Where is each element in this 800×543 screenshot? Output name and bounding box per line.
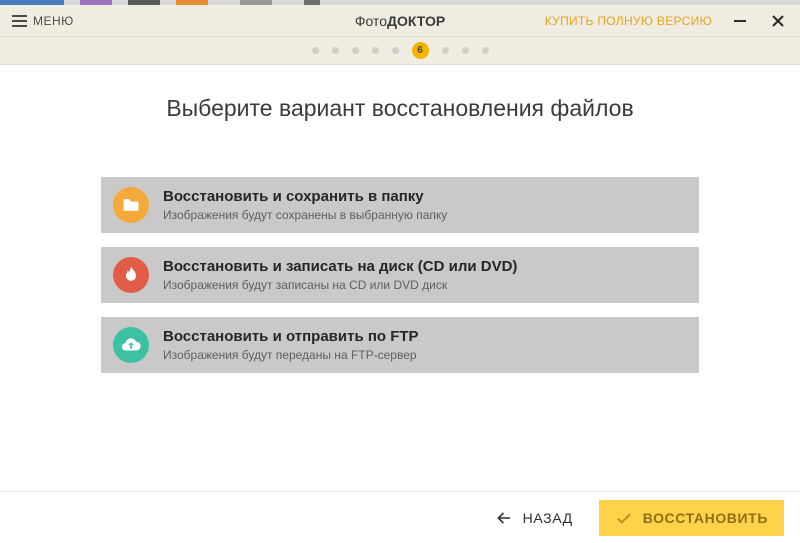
option-text: Восстановить и сохранить в папку Изображ… <box>163 188 447 222</box>
step-current-number: 6 <box>417 45 423 56</box>
option-title: Восстановить и сохранить в папку <box>163 188 447 205</box>
stepper: 6 <box>0 37 800 65</box>
recovery-options-list: Восстановить и сохранить в папку Изображ… <box>0 177 800 373</box>
close-button[interactable] <box>768 11 788 31</box>
menu-label: МЕНЮ <box>33 14 74 28</box>
step-dot-5 <box>392 47 399 54</box>
option-save-to-folder[interactable]: Восстановить и сохранить в папку Изображ… <box>101 177 699 233</box>
option-caption: Изображения будут сохранены в выбранную … <box>163 208 447 222</box>
step-dot-4 <box>372 47 379 54</box>
step-dot-7 <box>442 47 449 54</box>
option-caption: Изображения будут переданы на FTP-сервер <box>163 348 419 362</box>
check-icon <box>615 509 633 527</box>
option-send-ftp[interactable]: Восстановить и отправить по FTP Изображе… <box>101 317 699 373</box>
option-text: Восстановить и записать на диск (CD или … <box>163 258 517 292</box>
menu-button[interactable]: МЕНЮ <box>0 5 86 36</box>
page-title: Выберите вариант восстановления файлов <box>0 95 800 122</box>
minimize-icon <box>733 14 747 28</box>
step-dot-6-active: 6 <box>412 42 429 59</box>
step-dot-3 <box>352 47 359 54</box>
app-title-prefix: Фото <box>355 13 387 29</box>
app-title-strong: ДОКТОР <box>387 13 445 29</box>
option-text: Восстановить и отправить по FTP Изображе… <box>163 328 419 362</box>
arrow-left-icon <box>495 509 513 527</box>
restore-label: ВОССТАНОВИТЬ <box>643 510 768 526</box>
back-label: НАЗАД <box>523 510 573 526</box>
step-dot-1 <box>312 47 319 54</box>
header-right: КУПИТЬ ПОЛНУЮ ВЕРСИЮ <box>545 5 800 36</box>
app-header: МЕНЮ ФотоДОКТОР КУПИТЬ ПОЛНУЮ ВЕРСИЮ <box>0 5 800 37</box>
buy-full-version-link[interactable]: КУПИТЬ ПОЛНУЮ ВЕРСИЮ <box>545 14 712 28</box>
content-area: Выберите вариант восстановления файлов В… <box>0 65 800 491</box>
cloud-upload-icon <box>113 327 149 363</box>
flame-icon <box>113 257 149 293</box>
option-title: Восстановить и записать на диск (CD или … <box>163 258 517 275</box>
minimize-button[interactable] <box>730 11 750 31</box>
step-dot-9 <box>482 47 489 54</box>
hamburger-icon <box>12 15 27 27</box>
back-button[interactable]: НАЗАД <box>485 503 583 533</box>
restore-button[interactable]: ВОССТАНОВИТЬ <box>599 500 784 536</box>
step-dot-2 <box>332 47 339 54</box>
option-caption: Изображения будут записаны на CD или DVD… <box>163 278 517 292</box>
folder-icon <box>113 187 149 223</box>
option-title: Восстановить и отправить по FTP <box>163 328 419 345</box>
footer: НАЗАД ВОССТАНОВИТЬ <box>0 491 800 543</box>
step-dot-8 <box>462 47 469 54</box>
close-icon <box>771 14 785 28</box>
option-burn-disc[interactable]: Восстановить и записать на диск (CD или … <box>101 247 699 303</box>
